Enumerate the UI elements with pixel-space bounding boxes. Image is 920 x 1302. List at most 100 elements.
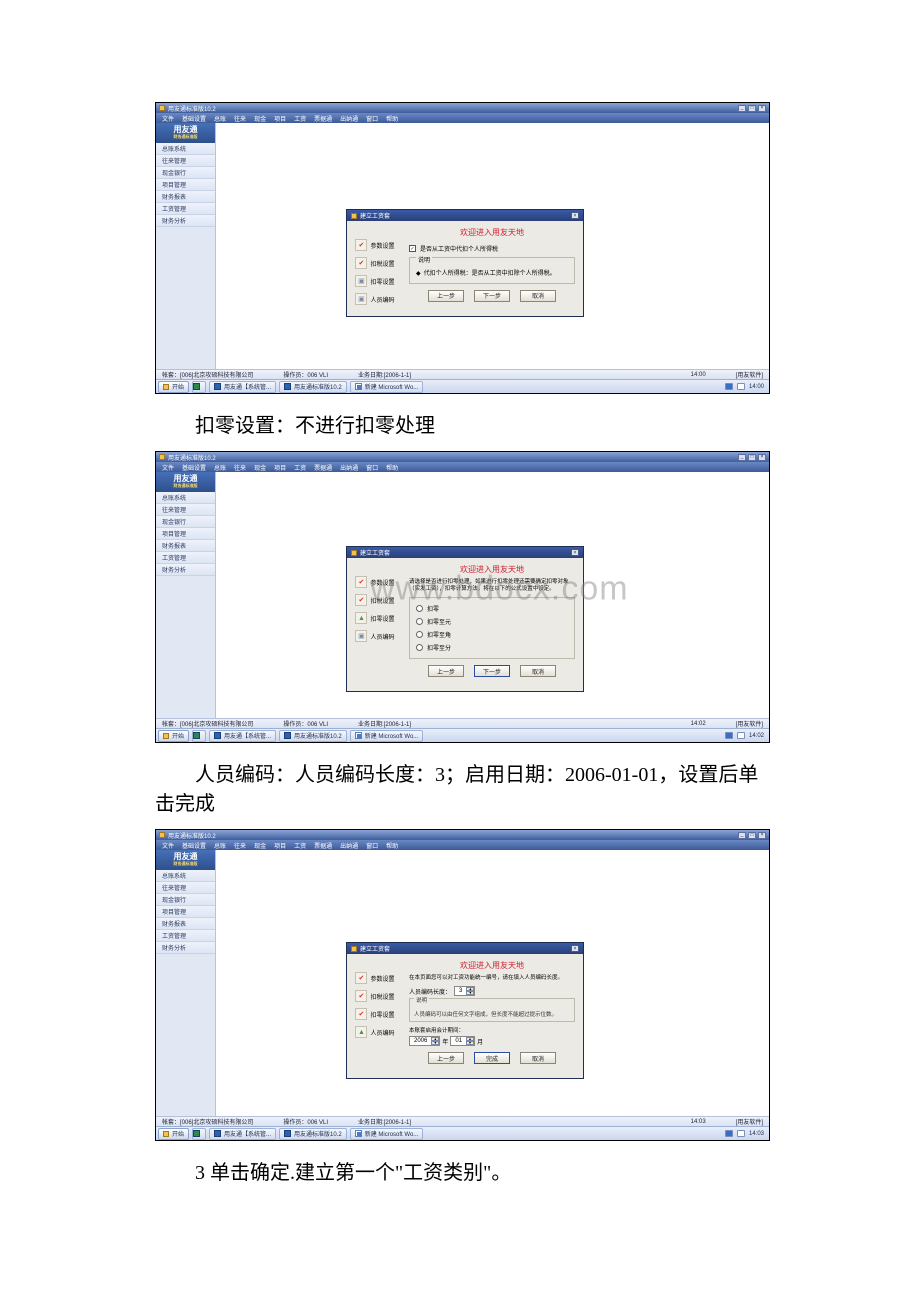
menu-item[interactable]: 文件 <box>162 841 174 850</box>
menu-item[interactable]: 往来 <box>234 463 246 472</box>
taskbar-item[interactable]: 用友通标准版10.2 <box>279 381 347 393</box>
menu-item[interactable]: 总账 <box>214 463 226 472</box>
sidebar-item[interactable]: 总账系统 <box>156 143 215 155</box>
menu-item[interactable]: 帮助 <box>386 841 398 850</box>
menu-item[interactable]: 现金 <box>254 841 266 850</box>
minimize-button[interactable]: _ <box>738 454 746 461</box>
next-button[interactable]: 下一步 <box>474 665 510 677</box>
taskbar-item[interactable]: 用友通【系统管... <box>209 730 276 742</box>
menu-item[interactable]: 项目 <box>274 463 286 472</box>
sidebar-item[interactable]: 现金银行 <box>156 894 215 906</box>
taskbar-item[interactable]: 用友通【系统管... <box>209 381 276 393</box>
sidebar-item[interactable]: 往来管理 <box>156 882 215 894</box>
menu-item[interactable]: 工资 <box>294 114 306 123</box>
quicklaunch-icon[interactable] <box>192 1128 206 1140</box>
sidebar-item[interactable]: 财务报表 <box>156 918 215 930</box>
prev-button[interactable]: 上一步 <box>428 1052 464 1064</box>
tray-icon[interactable] <box>725 383 733 390</box>
rounding-radio[interactable] <box>416 605 423 612</box>
tray-icon[interactable] <box>737 732 745 739</box>
code-length-stepper[interactable]: 3 ▴ ▾ <box>454 986 475 996</box>
menu-item[interactable]: 基础设置 <box>182 114 206 123</box>
sidebar-item[interactable]: 往来管理 <box>156 155 215 167</box>
start-button[interactable]: 开始 <box>158 381 189 393</box>
tray-icon[interactable] <box>737 383 745 390</box>
sidebar-item[interactable]: 财务分析 <box>156 564 215 576</box>
menu-item[interactable]: 现金 <box>254 114 266 123</box>
tray-icon[interactable] <box>725 1130 733 1137</box>
menu-item[interactable]: 帮助 <box>386 114 398 123</box>
sidebar-item[interactable]: 工资管理 <box>156 930 215 942</box>
cancel-button[interactable]: 取消 <box>520 665 556 677</box>
menu-item[interactable]: 往来 <box>234 114 246 123</box>
dialog-close-button[interactable]: × <box>571 945 579 952</box>
stepper-down-icon[interactable]: ▾ <box>431 1041 439 1045</box>
menu-item[interactable]: 现金 <box>254 463 266 472</box>
sidebar-item[interactable]: 财务报表 <box>156 191 215 203</box>
taskbar-item[interactable]: 用友通标准版10.2 <box>279 1128 347 1140</box>
menu-item[interactable]: 工资 <box>294 463 306 472</box>
cancel-button[interactable]: 取消 <box>520 1052 556 1064</box>
menu-item[interactable]: 总账 <box>214 841 226 850</box>
menu-item[interactable]: 项目 <box>274 114 286 123</box>
prev-button[interactable]: 上一步 <box>428 665 464 677</box>
tray-icon[interactable] <box>737 1130 745 1137</box>
menu-item[interactable]: 文件 <box>162 114 174 123</box>
menu-item[interactable]: 出纳通 <box>340 841 358 850</box>
sidebar-item[interactable]: 财务报表 <box>156 540 215 552</box>
taskbar-item[interactable]: 新建 Microsoft Wo... <box>350 381 424 393</box>
launch-year-stepper[interactable]: 2006▴▾ <box>409 1036 440 1046</box>
stepper-down-icon[interactable]: ▾ <box>466 991 474 995</box>
tax-checkbox[interactable]: ✓ <box>409 245 416 252</box>
sidebar-item[interactable]: 工资管理 <box>156 203 215 215</box>
menu-item[interactable]: 票据通 <box>314 463 332 472</box>
sidebar-item[interactable]: 项目管理 <box>156 528 215 540</box>
dialog-close-button[interactable]: × <box>571 549 579 556</box>
start-button[interactable]: 开始 <box>158 730 189 742</box>
menu-item[interactable]: 文件 <box>162 463 174 472</box>
stepper-down-icon[interactable]: ▾ <box>466 1041 474 1045</box>
start-button[interactable]: 开始 <box>158 1128 189 1140</box>
launch-month-stepper[interactable]: 01▴▾ <box>450 1036 475 1046</box>
maximize-button[interactable]: □ <box>748 105 756 112</box>
sidebar-item[interactable]: 现金银行 <box>156 516 215 528</box>
menu-item[interactable]: 工资 <box>294 841 306 850</box>
rounding-radio-yuan[interactable] <box>416 618 423 625</box>
taskbar-item[interactable]: 用友通【系统管... <box>209 1128 276 1140</box>
menu-item[interactable]: 总账 <box>214 114 226 123</box>
close-button[interactable]: × <box>758 832 766 839</box>
close-button[interactable]: × <box>758 105 766 112</box>
maximize-button[interactable]: □ <box>748 454 756 461</box>
rounding-radio-fen[interactable] <box>416 644 423 651</box>
menu-item[interactable]: 往来 <box>234 841 246 850</box>
taskbar-item[interactable]: 新建 Microsoft Wo... <box>350 1128 424 1140</box>
dialog-close-button[interactable]: × <box>571 212 579 219</box>
menu-item[interactable]: 票据通 <box>314 114 332 123</box>
menu-item[interactable]: 窗口 <box>366 114 378 123</box>
minimize-button[interactable]: _ <box>738 832 746 839</box>
quicklaunch-icon[interactable] <box>192 381 206 393</box>
menu-item[interactable]: 出纳通 <box>340 114 358 123</box>
menu-item[interactable]: 项目 <box>274 841 286 850</box>
menu-item[interactable]: 票据通 <box>314 841 332 850</box>
menu-item[interactable]: 出纳通 <box>340 463 358 472</box>
taskbar-item[interactable]: 新建 Microsoft Wo... <box>350 730 424 742</box>
sidebar-item[interactable]: 总账系统 <box>156 492 215 504</box>
menu-item[interactable]: 窗口 <box>366 841 378 850</box>
sidebar-item[interactable]: 往来管理 <box>156 504 215 516</box>
prev-button[interactable]: 上一步 <box>428 290 464 302</box>
menu-item[interactable]: 基础设置 <box>182 841 206 850</box>
close-button[interactable]: × <box>758 454 766 461</box>
quicklaunch-icon[interactable] <box>192 730 206 742</box>
sidebar-item[interactable]: 财务分析 <box>156 215 215 227</box>
minimize-button[interactable]: _ <box>738 105 746 112</box>
maximize-button[interactable]: □ <box>748 832 756 839</box>
rounding-radio-jiao[interactable] <box>416 631 423 638</box>
menu-item[interactable]: 窗口 <box>366 463 378 472</box>
sidebar-item[interactable]: 总账系统 <box>156 870 215 882</box>
sidebar-item[interactable]: 现金银行 <box>156 167 215 179</box>
sidebar-item[interactable]: 项目管理 <box>156 179 215 191</box>
finish-button[interactable]: 完成 <box>474 1052 510 1064</box>
cancel-button[interactable]: 取消 <box>520 290 556 302</box>
menu-item[interactable]: 基础设置 <box>182 463 206 472</box>
